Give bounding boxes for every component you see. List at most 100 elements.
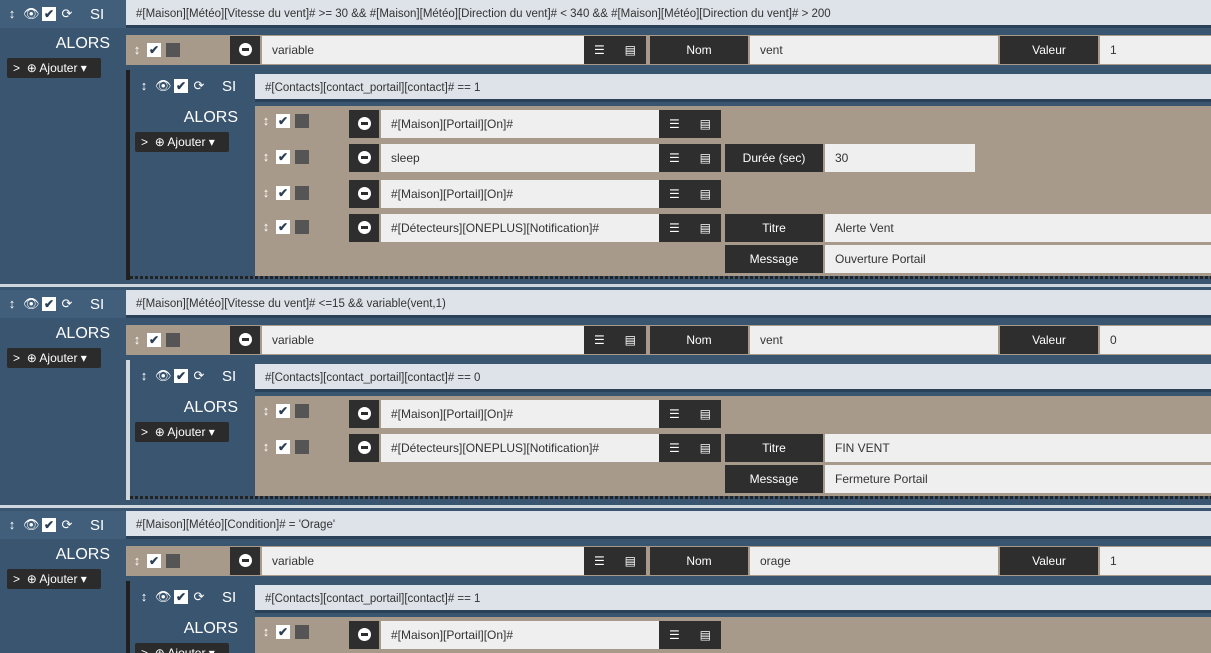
- refresh-icon[interactable]: ⟳: [191, 589, 207, 605]
- move-icon[interactable]: ↕: [258, 219, 274, 235]
- remove-button[interactable]: [349, 180, 379, 208]
- card-icon[interactable]: [700, 407, 711, 421]
- card-icon[interactable]: [700, 117, 711, 131]
- list-icon[interactable]: [594, 43, 605, 57]
- eye-icon[interactable]: 👁: [155, 368, 172, 384]
- ajouter-button[interactable]: > ⊕ Ajouter ▾: [7, 58, 101, 78]
- command-field[interactable]: variable: [262, 36, 584, 64]
- list-icon[interactable]: [594, 554, 605, 568]
- param-value[interactable]: 1: [1100, 36, 1211, 64]
- move-icon[interactable]: ↕: [4, 6, 20, 22]
- remove-button[interactable]: [349, 144, 379, 172]
- remove-button[interactable]: [349, 621, 379, 649]
- remove-button[interactable]: [230, 36, 260, 64]
- enable-checkbox[interactable]: ✔: [276, 625, 290, 639]
- option-checkbox[interactable]: [166, 333, 180, 347]
- command-field[interactable]: #[Détecteurs][ONEPLUS][Notification]#: [381, 214, 659, 242]
- enable-checkbox[interactable]: ✔: [276, 186, 290, 200]
- remove-button[interactable]: [349, 214, 379, 242]
- refresh-icon[interactable]: ⟳: [191, 368, 207, 384]
- card-icon[interactable]: [700, 628, 711, 642]
- enable-checkbox[interactable]: ✔: [276, 114, 290, 128]
- enable-checkbox[interactable]: ✔: [174, 590, 188, 604]
- option-checkbox[interactable]: [295, 114, 309, 128]
- card-icon[interactable]: [700, 221, 711, 235]
- eye-icon[interactable]: 👁: [155, 589, 172, 605]
- command-field[interactable]: variable: [262, 547, 584, 575]
- list-icon[interactable]: [669, 441, 680, 455]
- enable-checkbox[interactable]: ✔: [42, 297, 56, 311]
- option-checkbox[interactable]: [166, 554, 180, 568]
- move-icon[interactable]: ↕: [258, 113, 274, 129]
- move-icon[interactable]: ↕: [129, 553, 145, 569]
- option-checkbox[interactable]: [166, 43, 180, 57]
- ajouter-button[interactable]: > ⊕ Ajouter ▾: [7, 569, 101, 589]
- param-value[interactable]: vent: [750, 36, 998, 64]
- remove-button[interactable]: [230, 547, 260, 575]
- param-value[interactable]: 30: [825, 144, 975, 172]
- list-icon[interactable]: [669, 151, 680, 165]
- refresh-icon[interactable]: ⟳: [59, 296, 75, 312]
- card-icon[interactable]: [700, 151, 711, 165]
- list-icon[interactable]: [669, 407, 680, 421]
- enable-checkbox[interactable]: ✔: [276, 440, 290, 454]
- condition-field[interactable]: #[Contacts][contact_portail][contact]# =…: [255, 585, 1211, 613]
- ajouter-button[interactable]: > ⊕ Ajouter ▾: [135, 132, 229, 152]
- move-icon[interactable]: ↕: [258, 149, 274, 165]
- param-value[interactable]: Fermeture Portail: [825, 465, 1211, 493]
- command-field[interactable]: #[Maison][Portail][On]#: [381, 400, 659, 428]
- card-icon[interactable]: [700, 441, 711, 455]
- move-icon[interactable]: ↕: [258, 439, 274, 455]
- enable-checkbox[interactable]: ✔: [276, 150, 290, 164]
- move-icon[interactable]: ↕: [4, 296, 20, 312]
- condition-field[interactable]: #[Contacts][contact_portail][contact]# =…: [255, 74, 1211, 102]
- refresh-icon[interactable]: ⟳: [59, 6, 75, 22]
- option-checkbox[interactable]: [295, 150, 309, 164]
- move-icon[interactable]: ↕: [4, 517, 20, 533]
- enable-checkbox[interactable]: ✔: [174, 369, 188, 383]
- list-icon[interactable]: [669, 221, 680, 235]
- list-icon[interactable]: [669, 117, 680, 131]
- move-icon[interactable]: ↕: [258, 185, 274, 201]
- move-icon[interactable]: ↕: [129, 42, 145, 58]
- ajouter-button[interactable]: > ⊕ Ajouter ▾: [135, 643, 229, 653]
- eye-icon[interactable]: 👁: [155, 78, 172, 94]
- option-checkbox[interactable]: [295, 186, 309, 200]
- move-icon[interactable]: ↕: [136, 78, 152, 94]
- enable-checkbox[interactable]: ✔: [174, 79, 188, 93]
- list-icon[interactable]: [594, 333, 605, 347]
- param-value[interactable]: 0: [1100, 326, 1211, 354]
- param-value[interactable]: FIN VENT: [825, 434, 1211, 462]
- remove-button[interactable]: [230, 326, 260, 354]
- param-value[interactable]: 1: [1100, 547, 1211, 575]
- condition-field[interactable]: #[Maison][Météo][Condition]# = 'Orage': [126, 511, 1211, 539]
- command-field[interactable]: #[Maison][Portail][On]#: [381, 110, 659, 138]
- command-field[interactable]: #[Maison][Portail][On]#: [381, 180, 659, 208]
- ajouter-button[interactable]: > ⊕ Ajouter ▾: [135, 422, 229, 442]
- condition-field[interactable]: #[Contacts][contact_portail][contact]# =…: [255, 364, 1211, 392]
- option-checkbox[interactable]: [295, 404, 309, 418]
- move-icon[interactable]: ↕: [129, 332, 145, 348]
- command-field[interactable]: sleep: [381, 144, 659, 172]
- list-icon[interactable]: [669, 628, 680, 642]
- option-checkbox[interactable]: [295, 625, 309, 639]
- remove-button[interactable]: [349, 434, 379, 462]
- refresh-icon[interactable]: ⟳: [59, 517, 75, 533]
- move-icon[interactable]: ↕: [258, 403, 274, 419]
- eye-icon[interactable]: 👁: [23, 517, 40, 533]
- eye-icon[interactable]: 👁: [23, 6, 40, 22]
- param-value[interactable]: Alerte Vent: [825, 214, 1211, 242]
- enable-checkbox[interactable]: ✔: [42, 518, 56, 532]
- eye-icon[interactable]: 👁: [23, 296, 40, 312]
- enable-checkbox[interactable]: ✔: [147, 554, 161, 568]
- param-value[interactable]: Ouverture Portail: [825, 245, 1211, 273]
- card-icon[interactable]: [700, 187, 711, 201]
- card-icon[interactable]: [625, 43, 636, 57]
- list-icon[interactable]: [669, 187, 680, 201]
- param-value[interactable]: orage: [750, 547, 998, 575]
- param-value[interactable]: vent: [750, 326, 998, 354]
- move-icon[interactable]: ↕: [258, 624, 274, 640]
- remove-button[interactable]: [349, 110, 379, 138]
- option-checkbox[interactable]: [295, 440, 309, 454]
- move-icon[interactable]: ↕: [136, 368, 152, 384]
